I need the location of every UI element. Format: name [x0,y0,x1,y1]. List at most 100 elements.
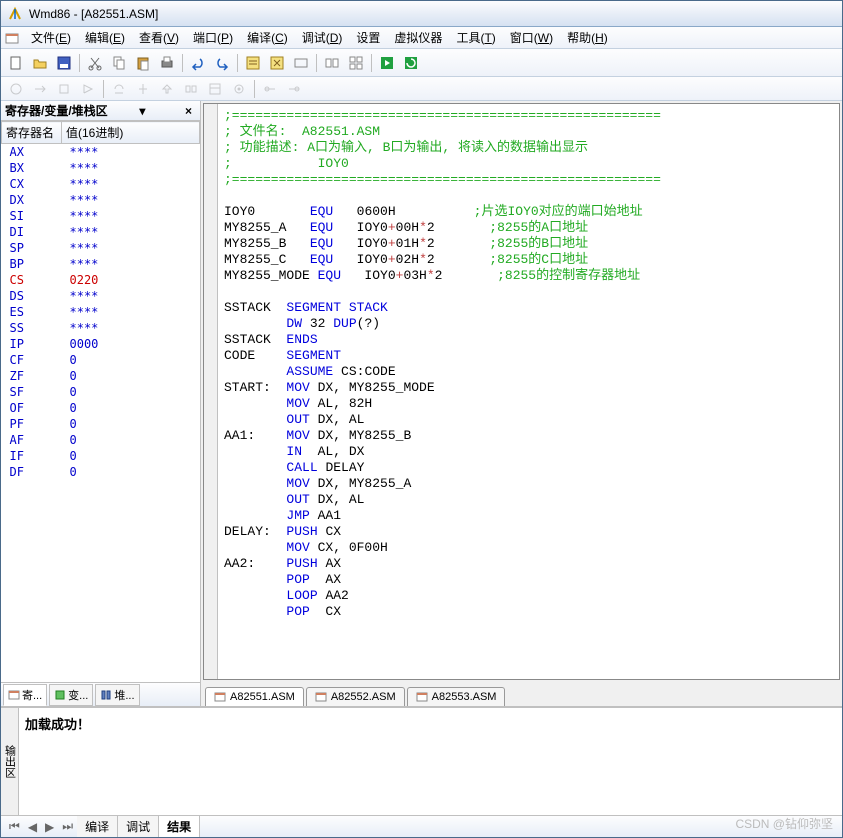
panel-dropdown-icon[interactable]: ▾ [139,104,145,118]
bottom-tab[interactable]: 编译 [77,816,118,837]
tab-label: 变... [68,687,88,703]
register-row[interactable]: AF0 [2,432,200,448]
tab-label: 寄... [22,687,42,703]
separator [79,54,80,72]
register-row[interactable]: BP**** [2,256,200,272]
menu-item[interactable]: 帮助(H) [561,27,614,48]
menu-item[interactable]: 编译(C) [241,27,294,48]
register-row[interactable]: SF0 [2,384,200,400]
menu-item[interactable]: 查看(V) [133,27,185,48]
register-value: **** [62,208,200,224]
register-row[interactable]: CS0220 [2,272,200,288]
menu-item[interactable]: 端口(P) [187,27,239,48]
register-name: SS [2,320,62,336]
register-row[interactable]: ES**** [2,304,200,320]
print-button[interactable] [158,54,176,72]
undo-button[interactable] [189,54,207,72]
menu-item[interactable]: 窗口(W) [504,27,559,48]
window-title: Wmd86 - [A82551.ASM] [29,7,158,21]
menu-item[interactable]: 文件(E) [25,27,77,48]
register-name: CF [2,352,62,368]
register-row[interactable]: AX**** [2,144,200,161]
register-value: 0 [62,464,200,480]
bottom-tabs: ⏮ ◀ ▶ ⏭ 编译调试结果 [1,815,842,837]
register-name: DF [2,464,62,480]
debug-btn-3 [55,80,73,98]
save-button[interactable] [55,54,73,72]
menu-item[interactable]: 虚拟仪器 [388,27,448,48]
register-name: SP [2,240,62,256]
file-tab[interactable]: A82553.ASM [407,687,506,706]
separator [254,80,255,98]
copy-button[interactable] [110,54,128,72]
register-row[interactable]: IP0000 [2,336,200,352]
run-button[interactable] [378,54,396,72]
left-tab[interactable]: 堆... [95,684,139,706]
tool-button-4[interactable] [323,54,341,72]
register-row[interactable]: BX**** [2,160,200,176]
panel-close-button[interactable]: × [181,104,196,118]
editor-wrap: ;=======================================… [203,103,840,680]
register-row[interactable]: SI**** [2,208,200,224]
left-tab[interactable]: 变... [49,684,93,706]
register-value: 0 [62,384,200,400]
register-value: **** [62,176,200,192]
titlebar: Wmd86 - [A82551.ASM] [1,1,842,27]
new-file-button[interactable] [7,54,25,72]
register-name: AX [2,144,62,161]
tool-button-1[interactable] [244,54,262,72]
debug-btn-6 [134,80,152,98]
register-row[interactable]: OF0 [2,400,200,416]
left-tab[interactable]: 寄... [3,684,47,706]
code-editor[interactable]: ;=======================================… [218,104,839,679]
register-name: ES [2,304,62,320]
bottom-tab[interactable]: 结果 [159,816,200,837]
file-icon [416,691,428,703]
tool-button-3[interactable] [292,54,310,72]
col-register-name[interactable]: 寄存器名 [2,122,62,144]
file-tab[interactable]: A82551.ASM [205,687,304,706]
tab-nav-next[interactable]: ▶ [41,820,58,834]
register-row[interactable]: DS**** [2,288,200,304]
tab-nav-prev[interactable]: ◀ [24,820,41,834]
register-row[interactable]: IF0 [2,448,200,464]
tool-button-5[interactable] [347,54,365,72]
register-row[interactable]: SP**** [2,240,200,256]
col-register-value[interactable]: 值(16进制) [62,122,200,144]
register-row[interactable]: ZF0 [2,368,200,384]
reset-button[interactable] [402,54,420,72]
open-file-button[interactable] [31,54,49,72]
register-value: **** [62,192,200,208]
register-name: DX [2,192,62,208]
menu-item[interactable]: 工具(T) [450,27,501,48]
cut-button[interactable] [86,54,104,72]
register-value: 0 [62,400,200,416]
tab-nav-first[interactable]: ⏮ [5,819,24,834]
menu-icon [5,31,19,45]
tab-icon [100,689,112,701]
menu-item[interactable]: 设置 [350,27,386,48]
register-row[interactable]: PF0 [2,416,200,432]
register-name: DS [2,288,62,304]
menu-item[interactable]: 编辑(E) [79,27,131,48]
tab-nav-last[interactable]: ⏭ [58,819,77,834]
main-area: 寄存器/变量/堆栈区 ▾ × 寄存器名 值(16进制) AX****BX****… [1,101,842,707]
register-name: CS [2,272,62,288]
file-icon [315,691,327,703]
tool-button-2[interactable] [268,54,286,72]
bottom-tab[interactable]: 调试 [118,816,159,837]
redo-button[interactable] [213,54,231,72]
paste-button[interactable] [134,54,152,72]
register-row[interactable]: DF0 [2,464,200,480]
register-row[interactable]: DX**** [2,192,200,208]
output-vertical-tab[interactable]: 输出区 [1,708,19,815]
tab-icon [54,689,66,701]
menu-item[interactable]: 调试(D) [296,27,349,48]
file-tab[interactable]: A82552.ASM [306,687,405,706]
tab-label: 堆... [114,687,134,703]
register-row[interactable]: DI**** [2,224,200,240]
register-row[interactable]: CX**** [2,176,200,192]
register-row[interactable]: SS**** [2,320,200,336]
register-row[interactable]: CF0 [2,352,200,368]
register-table[interactable]: 寄存器名 值(16进制) AX****BX****CX****DX****SI*… [1,121,200,682]
